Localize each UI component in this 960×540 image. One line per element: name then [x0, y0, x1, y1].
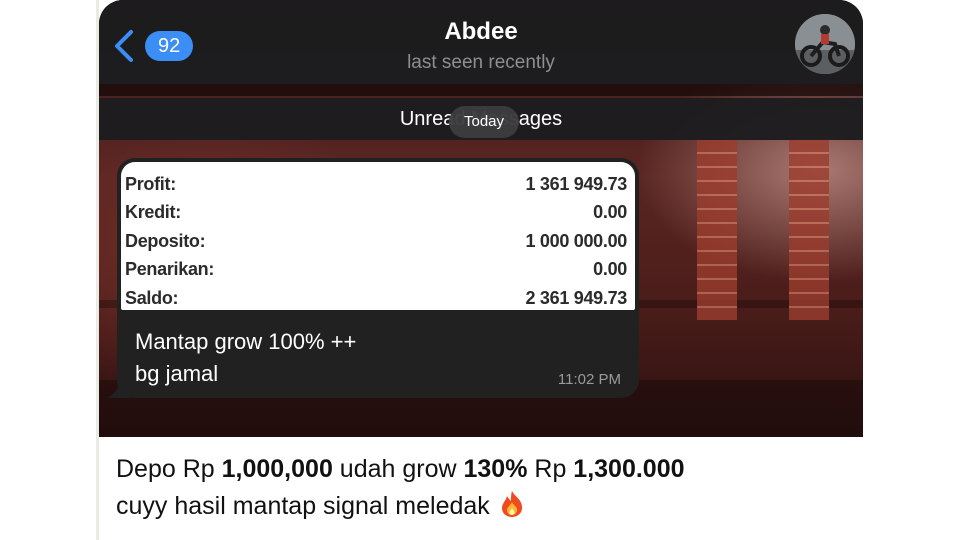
table-row: Penarikan: 0.00	[125, 256, 627, 285]
message-time: 11:02 PM	[557, 371, 621, 388]
table-row: Saldo: 2 361 949.73	[125, 284, 627, 313]
caption-text: Depo Rp	[116, 455, 222, 483]
date-pill: Today	[449, 106, 519, 138]
message-text: Mantap grow 100% ++ bg jamal	[135, 326, 356, 390]
motorcycle-avatar-icon	[795, 14, 855, 74]
row-label: Penarikan:	[125, 259, 215, 280]
caption-bold: 1,300.000	[573, 455, 685, 483]
caption-line-1: Depo Rp 1,000,000 udah grow 130% Rp 1,30…	[116, 451, 876, 488]
contact-name[interactable]: Abdee	[99, 18, 863, 46]
wallpaper-beam	[99, 84, 863, 96]
post-caption: Depo Rp 1,000,000 udah grow 130% Rp 1,30…	[116, 451, 876, 525]
attached-image[interactable]: Profit: 1 361 949.73 Kredit: 0.00 Deposi…	[121, 162, 635, 310]
row-label: Deposito:	[125, 230, 206, 251]
row-label: Profit:	[125, 173, 176, 194]
caption-line-2: cuyy hasil mantap signal meledak	[116, 488, 876, 525]
row-value: 0.00	[593, 259, 627, 280]
caption-bold: 1,000,000	[221, 455, 333, 483]
contact-status: last seen recently	[407, 52, 555, 73]
row-value: 1 361 949.73	[525, 173, 628, 194]
caption-bold: 130%	[463, 455, 528, 483]
caption-text: Rp	[527, 455, 574, 483]
wallpaper-brick	[697, 140, 737, 320]
message-line: Mantap grow 100% ++	[135, 329, 357, 354]
wallpaper-brick	[789, 140, 829, 320]
page: 92 Abdee last seen recently Unread Messa…	[0, 0, 960, 540]
message-bubble[interactable]: Profit: 1 361 949.73 Kredit: 0.00 Deposi…	[117, 158, 639, 398]
chat-screenshot: 92 Abdee last seen recently Unread Messa…	[99, 0, 863, 437]
row-label: Saldo:	[125, 287, 179, 308]
table-row: Kredit: 0.00	[125, 199, 627, 228]
row-value: 0.00	[593, 202, 627, 223]
message-line: bg jamal	[135, 361, 219, 386]
table-row: Profit: 1 361 949.73	[125, 170, 627, 199]
row-value: 2 361 949.73	[525, 287, 628, 308]
fire-icon	[501, 491, 522, 517]
caption-text: cuyy hasil mantap signal meledak	[116, 492, 497, 520]
chat-header: 92 Abdee last seen recently	[99, 0, 863, 84]
caption-text: udah grow	[332, 455, 464, 483]
row-value: 1 000 000.00	[525, 230, 628, 251]
row-label: Kredit:	[125, 202, 181, 223]
table-row: Deposito: 1 000 000.00	[125, 227, 627, 256]
avatar[interactable]	[795, 14, 855, 74]
